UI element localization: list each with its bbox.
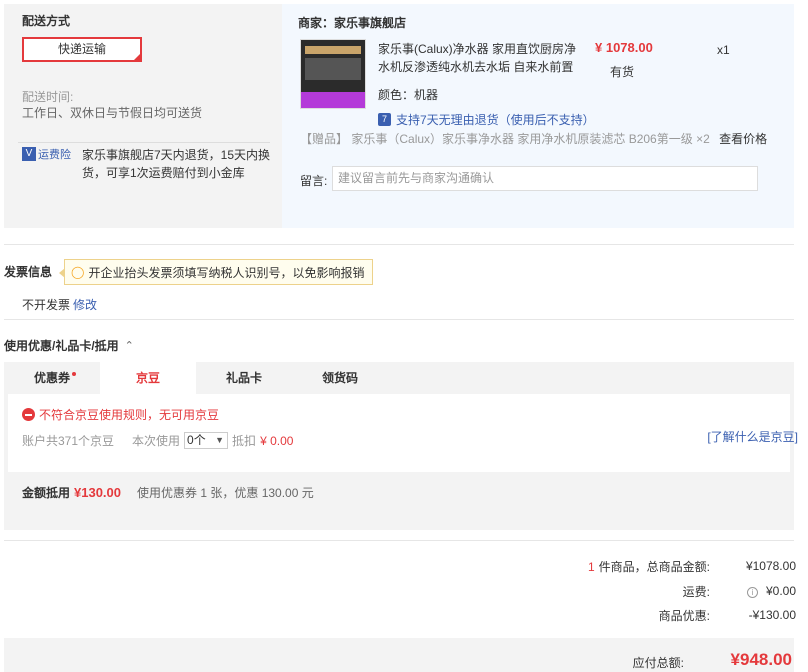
- jingdou-usage-row: 账户共371个京豆 本次使用 0个 ▼ 抵扣 ¥ 0.00: [22, 432, 293, 449]
- return-policy-text: 支持7天无理由退货（使用后不支持）: [396, 113, 595, 127]
- tab-pickup-code[interactable]: 领货码: [292, 362, 388, 394]
- seven-day-return-icon: 7: [378, 113, 391, 126]
- divider: [4, 244, 794, 245]
- coupon-tabs: 优惠券 京豆 礼品卡 领货码: [4, 362, 388, 394]
- invoice-value: 不开发票: [22, 298, 71, 312]
- freight-value-wrap: i ¥0.00: [710, 584, 796, 598]
- total-items-row: 1 件商品，总商品金额: ¥1078.00: [588, 558, 796, 574]
- freight-row: 运费: i ¥0.00: [683, 583, 796, 599]
- shipping-title: 配送方式: [22, 14, 71, 28]
- product-color-label: 颜色：: [378, 88, 415, 102]
- freight-insurance-badge: V 运费险: [22, 146, 71, 162]
- discount-label: 商品优惠:: [658, 608, 710, 623]
- jingdou-deduct-value: ¥ 0.00: [260, 433, 294, 448]
- delivery-time-value: 工作日、双休日与节假日均可送货: [22, 106, 203, 120]
- total-items-label: 1 件商品，总商品金额:: [588, 558, 710, 575]
- tab-gift-card[interactable]: 礼品卡: [196, 362, 292, 394]
- product-price: ¥ 1078.00: [595, 40, 653, 55]
- tooltip-arrow: [59, 268, 65, 278]
- merchant-panel: 商家：家乐事旗舰店 家乐事(Calux)净水器 家用直饮厨房净水机反渗透纯水机去…: [282, 4, 794, 228]
- divider: [4, 540, 794, 541]
- invoice-tip: ◯ 开企业抬头发票须填写纳税人识别号，以免影响报销: [59, 259, 374, 285]
- divider: [4, 319, 794, 320]
- product-color-value: 机器: [414, 88, 439, 102]
- lightbulb-icon: ◯: [71, 265, 85, 279]
- return-policy[interactable]: 7 支持7天无理由退货（使用后不支持）: [378, 111, 595, 128]
- gift-view-price-link[interactable]: 查看价格: [719, 132, 767, 146]
- invoice-title: 发票信息: [4, 265, 53, 279]
- invoice-tip-text: 开企业抬头发票须填写纳税人识别号，以免影响报销: [88, 265, 365, 280]
- item-count: 1: [587, 559, 595, 574]
- tab-gift-card-label: 礼品卡: [225, 371, 262, 385]
- coupons-title: 使用优惠/礼品卡/抵用: [4, 339, 119, 353]
- remark-label: 留言:: [300, 174, 328, 188]
- discount-row: 商品优惠: -¥130.00: [659, 607, 796, 623]
- invoice-edit-link[interactable]: 修改: [73, 296, 97, 313]
- product-stock: 有货: [610, 65, 635, 79]
- payable-label: 应付总额:: [632, 656, 684, 670]
- items-value: ¥1078.00: [745, 559, 796, 573]
- shipping-panel: 配送方式 快递运输 配送时间: 工作日、双休日与节假日均可送货 V 运费险 家乐…: [4, 4, 282, 228]
- gift-row: 【赠品】 家乐事（Calux）家乐事净水器 家用净水机原装滤芯 B206第一级 …: [300, 130, 767, 147]
- product-image-band: [305, 46, 361, 54]
- info-icon[interactable]: i: [746, 587, 758, 598]
- jingdou-select-value: 0个: [187, 433, 206, 447]
- payable-bar: 应付总额: ¥948.00: [4, 638, 794, 672]
- product-image[interactable]: [300, 39, 366, 109]
- caret-down-icon: ▼: [215, 435, 225, 445]
- chevron-up-icon: ⌃: [124, 340, 134, 352]
- discount-value: -¥130.00: [748, 608, 796, 622]
- freight-label: 运费:: [682, 584, 710, 599]
- shipping-method-label: 快递运输: [57, 42, 106, 56]
- coupon-summary: 金额抵用 ¥130.00 使用优惠券 1 张，优惠 130.00 元: [22, 484, 314, 501]
- jingdou-deduct-label: 抵扣: [232, 434, 257, 448]
- jingdou-warning: 不符合京豆使用规则，无可用京豆: [22, 406, 219, 423]
- gift-text: 家乐事（Calux）家乐事净水器 家用净水机原装滤芯 B206第一级 ×2: [351, 132, 710, 146]
- freight-value: ¥0.00: [765, 584, 796, 598]
- shipping-section: 配送方式 快递运输 配送时间: 工作日、双休日与节假日均可送货 V 运费险 家乐…: [4, 4, 794, 228]
- gift-tag: 【赠品】: [300, 132, 349, 146]
- coupons-toggle[interactable]: 使用优惠/礼品卡/抵用 ⌃: [4, 337, 134, 354]
- payable-value: ¥948.00: [730, 650, 792, 669]
- tab-pickup-code-label: 领货码: [321, 371, 358, 385]
- tab-jingdou[interactable]: 京豆: [100, 362, 196, 394]
- tab-coupon-label: 优惠券: [33, 371, 70, 385]
- delivery-time-label: 配送时间:: [22, 90, 74, 104]
- tab-coupon[interactable]: 优惠券: [4, 362, 100, 394]
- coupon-summary-amount: ¥130.00: [74, 485, 122, 500]
- insurance-label: 运费险: [38, 149, 71, 161]
- divider: [18, 142, 270, 143]
- merchant-name: 商家：家乐事旗舰店: [298, 16, 407, 30]
- coupon-summary-label: 金额抵用: [22, 486, 71, 500]
- remark-input[interactable]: 建议留言前先与商家沟通确认: [332, 166, 758, 191]
- coupons-panel: 优惠券 京豆 礼品卡 领货码 不符合京豆使用规则，无可用京豆 账户共371个京豆…: [4, 362, 798, 530]
- items-label: 件商品，总商品金额:: [598, 559, 710, 574]
- shipping-method-option[interactable]: 快递运输: [22, 37, 142, 62]
- jingdou-help-link[interactable]: [了解什么是京豆]: [707, 428, 798, 445]
- tab-jingdou-label: 京豆: [135, 371, 160, 385]
- notification-dot: [72, 372, 76, 376]
- jingdou-use-label: 本次使用: [132, 434, 181, 448]
- jingdou-balance: 账户共371个京豆: [22, 434, 115, 448]
- jingdou-amount-select[interactable]: 0个 ▼: [184, 432, 229, 449]
- product-image-band: [305, 58, 361, 80]
- product-name-link[interactable]: 家乐事(Calux)净水器 家用直饮厨房净水机反渗透纯水机去水垢 自来水前置: [378, 40, 583, 76]
- warning-icon: [22, 408, 35, 421]
- product-quantity: x1: [717, 43, 730, 57]
- product-image-band: [301, 92, 365, 108]
- jingdou-warning-text: 不符合京豆使用规则，无可用京豆: [39, 408, 220, 422]
- selected-corner-icon: [133, 53, 141, 61]
- jingdou-panel: 不符合京豆使用规则，无可用京豆 账户共371个京豆 本次使用 0个 ▼ 抵扣 ¥…: [8, 394, 798, 472]
- insurance-icon: V: [22, 147, 36, 161]
- insurance-text: 家乐事旗舰店7天内退货，15天内换货，可享1次运费赔付到小金库: [82, 148, 271, 180]
- coupon-summary-desc: 使用优惠券 1 张，优惠 130.00 元: [137, 486, 314, 500]
